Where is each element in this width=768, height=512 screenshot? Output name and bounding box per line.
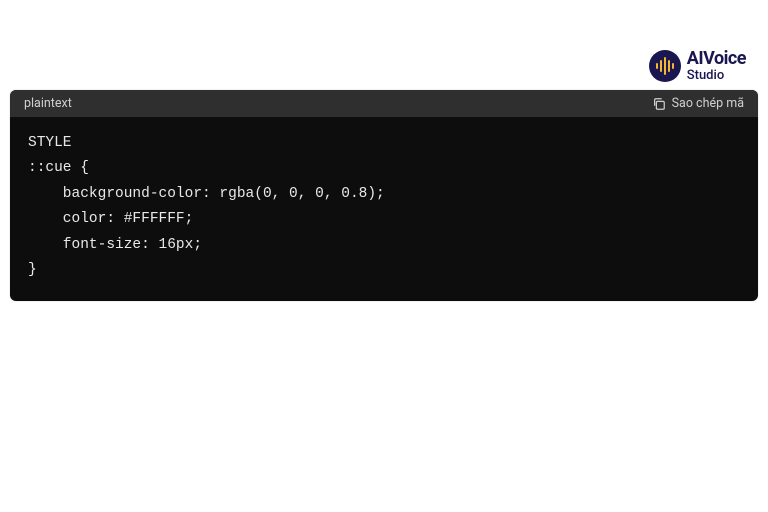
copy-label: Sao chép mã (672, 96, 744, 111)
logo-brand-text: AIVoice (687, 50, 746, 68)
code-header: plaintext Sao chép mã (10, 90, 758, 117)
code-block: plaintext Sao chép mã STYLE ::cue { back… (10, 90, 758, 301)
language-label: plaintext (24, 96, 72, 111)
soundwave-icon (649, 50, 681, 82)
copy-code-button[interactable]: Sao chép mã (652, 96, 744, 111)
brand-logo: AIVoice Studio (649, 50, 746, 82)
copy-icon (652, 97, 666, 111)
code-content: STYLE ::cue { background-color: rgba(0, … (10, 117, 758, 301)
logo-sub-text: Studio (687, 69, 746, 82)
